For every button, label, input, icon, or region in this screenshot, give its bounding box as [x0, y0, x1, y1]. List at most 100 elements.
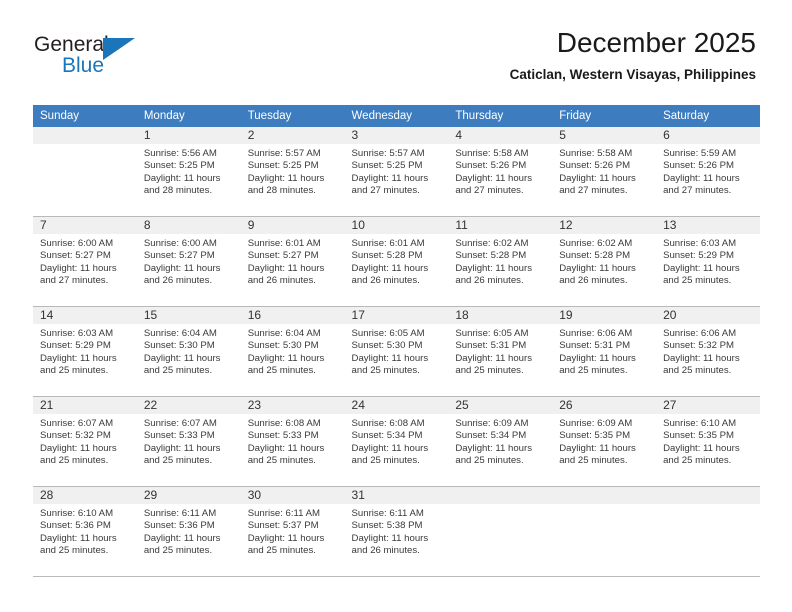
- day-details: Sunrise: 6:02 AM Sunset: 5:28 PM Daylight:…: [552, 234, 656, 288]
- sunrise-text: Sunrise: 5:58 AM: [559, 148, 633, 159]
- calendar-day-cell[interactable]: 22 Sunrise: 6:07 AM Sunset: 5:33 PM Dayligh…: [136, 397, 241, 487]
- calendar-day-cell[interactable]: 3 Sunrise: 5:57 AM Sunset: 5:25 PM Daylight…: [344, 127, 449, 217]
- calendar-day-cell[interactable]: 19 Sunrise: 6:06 AM Sunset: 5:31 PM Dayligh…: [552, 307, 657, 397]
- daylight-text-line1: Daylight: 11 hours: [143, 172, 221, 184]
- day-details: Sunrise: 6:10 AM Sunset: 5:36 PM Daylight:…: [33, 504, 137, 558]
- title-block: December 2025 Caticlan, Western Visayas,…: [510, 26, 756, 84]
- calendar-day-cell[interactable]: 31 Sunrise: 6:11 AM Sunset: 5:38 PM Dayligh…: [344, 487, 449, 577]
- calendar-day-cell[interactable]: 10 Sunrise: 6:01 AM Sunset: 5:28 PM Dayligh…: [344, 217, 449, 307]
- calendar-day-cell[interactable]: 27 Sunrise: 6:10 AM Sunset: 5:35 PM Dayligh…: [656, 397, 760, 487]
- daylight-text-line1: Daylight: 11 hours: [143, 262, 221, 274]
- calendar-day-cell[interactable]: 12 Sunrise: 6:02 AM Sunset: 5:28 PM Dayligh…: [552, 217, 657, 307]
- calendar-day-cell[interactable]: 8 Sunrise: 6:00 AM Sunset: 5:27 PM Daylight…: [136, 217, 241, 307]
- sunrise-text: Sunrise: 6:10 AM: [40, 508, 114, 519]
- daylight-text-line1: Daylight: 11 hours: [559, 352, 636, 364]
- daylight-text-line2: and 25 minutes.: [143, 365, 213, 377]
- sunrise-text: Sunrise: 6:11 AM: [143, 508, 217, 519]
- calendar-day-cell[interactable]: 6 Sunrise: 5:59 AM Sunset: 5:26 PM Daylight…: [656, 127, 760, 217]
- day-number: 6: [656, 127, 760, 144]
- calendar-cell: [448, 487, 553, 577]
- daylight-text-line1: Daylight: 11 hours: [247, 262, 325, 274]
- weekday-header-saturday: Saturday: [656, 105, 760, 127]
- calendar-day-cell[interactable]: 17 Sunrise: 6:05 AM Sunset: 5:30 PM Dayligh…: [344, 307, 449, 397]
- daylight-text-line2: and 28 minutes.: [143, 185, 213, 197]
- calendar-day-cell[interactable]: 13 Sunrise: 6:03 AM Sunset: 5:29 PM Dayligh…: [656, 217, 760, 307]
- weekday-header-friday: Friday: [552, 105, 657, 127]
- daylight-text-line1: Daylight: 11 hours: [455, 442, 532, 454]
- sunset-text: Sunset: 5:30 PM: [351, 340, 423, 352]
- daylight-text-line2: and 27 minutes.: [559, 185, 628, 197]
- day-number: 11: [448, 217, 553, 234]
- daylight-text-line1: Daylight: 11 hours: [247, 352, 325, 364]
- sunset-text: Sunset: 5:25 PM: [247, 160, 319, 172]
- day-details: Sunrise: 6:09 AM Sunset: 5:35 PM Daylight:…: [552, 414, 656, 468]
- daylight-text-line2: and 26 minutes.: [559, 275, 628, 287]
- location-subtitle: Caticlan, Western Visayas, Philippines: [509, 67, 756, 82]
- daylight-text-line2: and 25 minutes.: [351, 365, 420, 377]
- calendar-day-cell[interactable]: 24 Sunrise: 6:08 AM Sunset: 5:34 PM Dayligh…: [344, 397, 449, 487]
- daylight-text-line1: Daylight: 11 hours: [559, 442, 636, 454]
- calendar-cell: 22 Sunrise: 6:07 AM Sunset: 5:33 PM Dayligh…: [136, 397, 241, 487]
- daylight-text-line1: Daylight: 11 hours: [40, 532, 117, 544]
- day-details: Sunrise: 5:58 AM Sunset: 5:26 PM Daylight:…: [552, 144, 656, 198]
- calendar-day-cell[interactable]: 1 Sunrise: 5:56 AM Sunset: 5:25 PM Daylight…: [136, 127, 241, 217]
- calendar-day-cell[interactable]: 14 Sunrise: 6:03 AM Sunset: 5:29 PM Dayligh…: [33, 307, 137, 397]
- calendar-cell: 2 Sunrise: 5:57 AM Sunset: 5:25 PM Daylight…: [240, 127, 345, 217]
- day-details: Sunrise: 5:59 AM Sunset: 5:26 PM Daylight:…: [656, 144, 760, 198]
- day-number: 26: [552, 397, 657, 414]
- calendar-cell: 6 Sunrise: 5:59 AM Sunset: 5:26 PM Daylight…: [656, 127, 760, 217]
- calendar-day-cell[interactable]: 28 Sunrise: 6:10 AM Sunset: 5:36 PM Dayligh…: [33, 487, 137, 577]
- day-details: Sunrise: 6:04 AM Sunset: 5:30 PM Daylight:…: [137, 324, 241, 378]
- daylight-text-line2: and 25 minutes.: [247, 455, 316, 467]
- sunset-text: Sunset: 5:31 PM: [455, 340, 527, 352]
- sunrise-text: Sunrise: 6:03 AM: [663, 238, 737, 249]
- calendar-day-cell[interactable]: 29 Sunrise: 6:11 AM Sunset: 5:36 PM Dayligh…: [136, 487, 241, 577]
- calendar-day-cell[interactable]: 26 Sunrise: 6:09 AM Sunset: 5:35 PM Dayligh…: [552, 397, 657, 487]
- daylight-text-line2: and 25 minutes.: [351, 455, 420, 467]
- brand-text-blue: Blue: [62, 54, 105, 77]
- sunset-text: Sunset: 5:26 PM: [559, 160, 631, 172]
- day-details: Sunrise: 6:08 AM Sunset: 5:33 PM Daylight:…: [241, 414, 345, 468]
- day-details: Sunrise: 6:04 AM Sunset: 5:30 PM Daylight:…: [241, 324, 345, 378]
- sunrise-text: Sunrise: 6:09 AM: [455, 418, 529, 429]
- sunrise-text: Sunrise: 6:11 AM: [247, 508, 321, 519]
- calendar-day-cell[interactable]: 18 Sunrise: 6:05 AM Sunset: 5:31 PM Dayligh…: [448, 307, 553, 397]
- day-number: 31: [344, 487, 449, 504]
- calendar-day-cell[interactable]: 30 Sunrise: 6:11 AM Sunset: 5:37 PM Dayligh…: [240, 487, 345, 577]
- calendar-day-cell[interactable]: 21 Sunrise: 6:07 AM Sunset: 5:32 PM Dayligh…: [33, 397, 137, 487]
- day-number: 5: [552, 127, 657, 144]
- calendar-day-cell[interactable]: 7 Sunrise: 6:00 AM Sunset: 5:27 PM Daylight…: [33, 217, 137, 307]
- calendar-cell: 29 Sunrise: 6:11 AM Sunset: 5:36 PM Dayligh…: [136, 487, 241, 577]
- day-details: Sunrise: 5:57 AM Sunset: 5:25 PM Daylight:…: [345, 144, 449, 198]
- sunset-text: Sunset: 5:30 PM: [143, 340, 215, 352]
- sunrise-text: Sunrise: 5:58 AM: [455, 148, 529, 159]
- calendar-day-cell[interactable]: 25 Sunrise: 6:09 AM Sunset: 5:34 PM Dayligh…: [448, 397, 553, 487]
- calendar-day-cell[interactable]: 4 Sunrise: 5:58 AM Sunset: 5:26 PM Daylight…: [448, 127, 553, 217]
- calendar-day-cell[interactable]: 9 Sunrise: 6:01 AM Sunset: 5:27 PM Daylight…: [240, 217, 345, 307]
- daylight-text-line2: and 25 minutes.: [663, 455, 732, 467]
- calendar-day-cell[interactable]: 23 Sunrise: 6:08 AM Sunset: 5:33 PM Dayligh…: [240, 397, 345, 487]
- calendar-day-cell[interactable]: 16 Sunrise: 6:04 AM Sunset: 5:30 PM Dayligh…: [240, 307, 345, 397]
- calendar-cell: 28 Sunrise: 6:10 AM Sunset: 5:36 PM Dayligh…: [33, 487, 137, 577]
- day-number: 24: [344, 397, 449, 414]
- calendar-cell: [552, 487, 657, 577]
- day-number: 22: [136, 397, 241, 414]
- calendar-day-cell[interactable]: 11 Sunrise: 6:02 AM Sunset: 5:28 PM Dayligh…: [448, 217, 553, 307]
- sunrise-text: Sunrise: 6:04 AM: [247, 328, 321, 339]
- daylight-text-line1: Daylight: 11 hours: [40, 352, 117, 364]
- calendar-day-cell[interactable]: 15 Sunrise: 6:04 AM Sunset: 5:30 PM Dayligh…: [136, 307, 241, 397]
- calendar-cell: [33, 127, 137, 217]
- calendar-day-cell[interactable]: 5 Sunrise: 5:58 AM Sunset: 5:26 PM Daylight…: [552, 127, 657, 217]
- day-details: Sunrise: 6:01 AM Sunset: 5:28 PM Daylight:…: [345, 234, 449, 288]
- calendar-day-cell[interactable]: 20 Sunrise: 6:06 AM Sunset: 5:32 PM Dayligh…: [656, 307, 760, 397]
- sunrise-text: Sunrise: 6:05 AM: [455, 328, 529, 339]
- day-details: Sunrise: 6:06 AM Sunset: 5:32 PM Daylight:…: [656, 324, 760, 378]
- day-details: Sunrise: 5:57 AM Sunset: 5:25 PM Daylight:…: [241, 144, 345, 198]
- calendar-day-cell[interactable]: 2 Sunrise: 5:57 AM Sunset: 5:25 PM Daylight…: [240, 127, 345, 217]
- calendar-cell: 27 Sunrise: 6:10 AM Sunset: 5:35 PM Dayligh…: [656, 397, 760, 487]
- daylight-text-line2: and 26 minutes.: [351, 545, 420, 557]
- sunrise-text: Sunrise: 5:57 AM: [351, 148, 425, 159]
- daylight-text-line1: Daylight: 11 hours: [455, 262, 532, 274]
- sunset-text: Sunset: 5:35 PM: [559, 430, 631, 442]
- daylight-text-line2: and 25 minutes.: [143, 545, 213, 557]
